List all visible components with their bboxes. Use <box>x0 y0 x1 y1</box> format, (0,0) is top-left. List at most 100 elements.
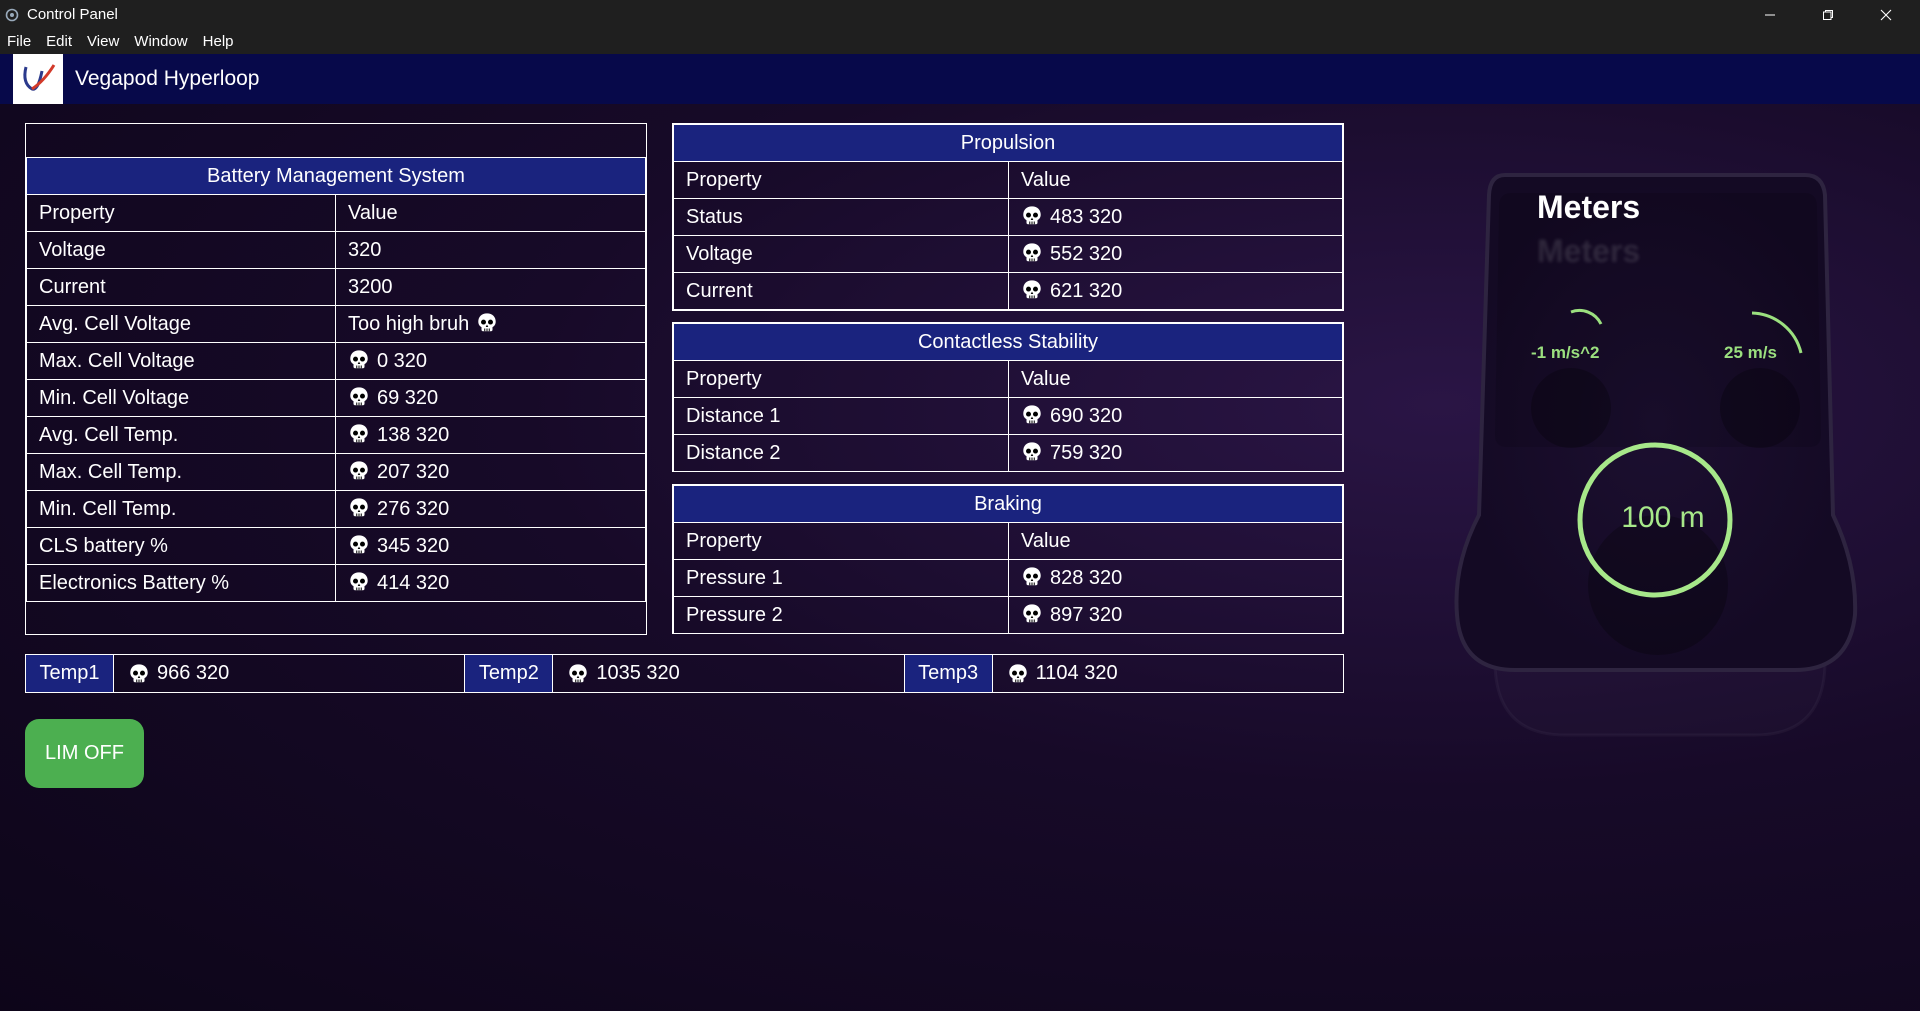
braking-col-property: Property <box>673 522 1009 560</box>
row-property: Current <box>673 272 1009 310</box>
menu-edit[interactable]: Edit <box>39 33 80 50</box>
window-title: Control Panel <box>27 6 118 23</box>
skull-icon <box>1007 663 1029 685</box>
stability-col-value: Value <box>1008 360 1343 398</box>
row-property: Pressure 1 <box>673 559 1009 597</box>
row-value-cell: 483 320 <box>1008 198 1343 236</box>
row-value: Too high bruh <box>348 313 470 335</box>
skull-icon <box>1021 279 1043 301</box>
row-value: 0 320 <box>377 350 428 372</box>
skull-icon <box>348 386 370 408</box>
row-property: CLS battery % <box>26 527 336 565</box>
row-value-cell: 138 320 <box>335 416 646 454</box>
table-row: Electronics Battery % 414 320 <box>26 564 646 602</box>
close-button[interactable] <box>1857 0 1915 29</box>
braking-panel: Braking Property Value Pressure 1 828 32… <box>672 484 1344 634</box>
row-value: 345 320 <box>377 535 450 557</box>
menu-bar: File Edit View Window Help <box>0 29 1920 54</box>
row-value-cell: 690 320 <box>1008 397 1343 435</box>
row-property: Current <box>26 268 336 306</box>
row-value-cell: 0 320 <box>335 342 646 380</box>
skull-icon <box>1021 242 1043 264</box>
table-row: Pressure 2 897 320 <box>673 596 1343 634</box>
braking-title: Braking <box>673 485 1343 523</box>
skull-icon <box>1021 566 1043 588</box>
braking-table: Braking Property Value Pressure 1 828 32… <box>673 485 1343 634</box>
row-value: 69 320 <box>377 387 439 409</box>
lim-toggle-button[interactable]: LIM OFF <box>25 719 144 788</box>
propulsion-table: Propulsion Property Value Status 483 320… <box>673 124 1343 310</box>
row-value-cell: 276 320 <box>335 490 646 528</box>
menu-file[interactable]: File <box>0 33 39 50</box>
propulsion-col-property: Property <box>673 161 1009 199</box>
row-property: Status <box>673 198 1009 236</box>
temp1-group: Temp1 966 320 <box>25 654 466 693</box>
stability-title: Contactless Stability <box>673 323 1343 361</box>
row-value: 621 320 <box>1050 280 1123 302</box>
temp3-value: 1104 320 <box>1035 662 1118 684</box>
propulsion-col-value: Value <box>1008 161 1343 199</box>
row-value-cell: 552 320 <box>1008 235 1343 273</box>
skull-icon <box>348 349 370 371</box>
row-property: Distance 2 <box>673 434 1009 472</box>
temp2-value-cell: 1035 320 <box>553 655 903 692</box>
bms-title: Battery Management System <box>26 157 646 195</box>
row-value-cell: 414 320 <box>335 564 646 602</box>
table-row: CLS battery % 345 320 <box>26 527 646 565</box>
row-value: 138 320 <box>377 424 450 446</box>
row-value-cell: 69 320 <box>335 379 646 417</box>
row-value-cell: 759 320 <box>1008 434 1343 472</box>
bms-table: Battery Management System Property Value… <box>26 157 646 602</box>
meters-title: Meters <box>1537 189 1641 225</box>
vegapod-logo-icon <box>23 64 56 91</box>
row-value-cell: 897 320 <box>1008 596 1343 634</box>
table-row: Voltage 552 320 <box>673 235 1343 273</box>
stability-panel: Contactless Stability Property Value Dis… <box>672 322 1344 472</box>
row-property: Electronics Battery % <box>26 564 336 602</box>
table-row: Distance 2 759 320 <box>673 434 1343 472</box>
row-value: 897 320 <box>1050 604 1123 626</box>
skull-icon <box>1021 404 1043 426</box>
row-property: Voltage <box>26 231 336 269</box>
temp3-value-cell: 1104 320 <box>993 655 1343 692</box>
row-value: 552 320 <box>1050 243 1123 265</box>
table-row: Current 3200 <box>26 268 646 306</box>
propulsion-title: Propulsion <box>673 124 1343 162</box>
table-row: Distance 1 690 320 <box>673 397 1343 435</box>
row-value: 320 <box>335 231 646 269</box>
menu-help[interactable]: Help <box>196 33 242 50</box>
row-property: Max. Cell Voltage <box>26 342 336 380</box>
table-row: Current 621 320 <box>673 272 1343 310</box>
minimize-button[interactable] <box>1741 0 1799 29</box>
row-value-cell: 207 320 <box>335 453 646 491</box>
braking-col-value: Value <box>1008 522 1343 560</box>
temp2-label: Temp2 <box>465 655 554 692</box>
skull-icon <box>1021 205 1043 227</box>
row-value-cell: 621 320 <box>1008 272 1343 310</box>
minimize-icon <box>1765 14 1775 15</box>
temperature-bar: Temp1 966 320 Temp2 1035 320 Temp3 1104 … <box>25 654 1344 693</box>
table-row: Avg. Cell Voltage Too high bruh <box>26 305 646 343</box>
table-row: Min. Cell Temp. 276 320 <box>26 490 646 528</box>
menu-window[interactable]: Window <box>127 33 195 50</box>
table-row: Max. Cell Temp. 207 320 <box>26 453 646 491</box>
row-property: Pressure 2 <box>673 596 1009 634</box>
temp3-label: Temp3 <box>904 655 993 692</box>
row-value: 690 320 <box>1050 405 1123 427</box>
skull-icon <box>128 663 150 685</box>
acceleration-readout: -1 m/s^2 <box>1531 343 1600 362</box>
temp3-group: Temp3 1104 320 <box>904 654 1344 693</box>
stability-col-property: Property <box>673 360 1009 398</box>
restore-button[interactable] <box>1799 0 1857 29</box>
row-property: Avg. Cell Voltage <box>26 305 336 343</box>
skull-icon <box>348 497 370 519</box>
control-panel-icon <box>5 8 19 21</box>
row-property: Voltage <box>673 235 1009 273</box>
menu-view[interactable]: View <box>80 33 127 50</box>
temp1-value: 966 320 <box>157 662 230 684</box>
app-header: Vegapod Hyperloop <box>0 54 1920 104</box>
table-row: Avg. Cell Temp. 138 320 <box>26 416 646 454</box>
restore-icon <box>1823 9 1833 20</box>
table-row: Min. Cell Voltage 69 320 <box>26 379 646 417</box>
temp1-value-cell: 966 320 <box>114 655 464 692</box>
